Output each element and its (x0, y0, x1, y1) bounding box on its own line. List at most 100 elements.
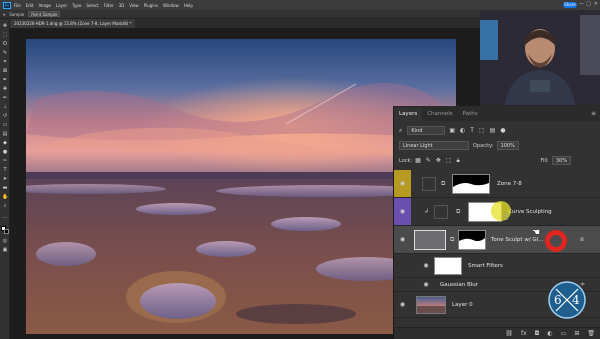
filter-name[interactable]: Gaussian Blur (440, 282, 478, 288)
link-icon[interactable]: ⛓ (505, 330, 513, 337)
filter-kind-select[interactable]: Kind (407, 126, 446, 135)
menu-view[interactable]: View (129, 3, 139, 8)
panel-menu-icon[interactable]: ≡ (591, 110, 596, 117)
crop-tool-icon[interactable]: ⌗ (2, 59, 8, 65)
layer-mask-thumbnail[interactable] (458, 230, 486, 250)
fx-icon[interactable]: fx (521, 330, 527, 337)
tab-layers[interactable]: Layers (394, 108, 423, 121)
close-icon[interactable]: ✕ (594, 1, 598, 7)
brush-tool-icon[interactable]: ✏ (2, 95, 8, 101)
lock-artboard-icon[interactable]: ⬚ (446, 157, 452, 164)
zoom-tool-icon[interactable]: ⌕ (2, 203, 8, 209)
marquee-tool-icon[interactable]: ⬚ (2, 32, 8, 38)
healing-tool-icon[interactable]: ✚ (2, 86, 8, 92)
quick-select-icon[interactable]: ✎ (2, 50, 8, 56)
smart-filters-label[interactable]: Smart Filters (468, 263, 503, 269)
red-ring-annotation (545, 230, 567, 252)
sample-select[interactable]: Point Sample (28, 11, 61, 17)
menu-window[interactable]: Window (163, 3, 179, 8)
layer-row-selected[interactable]: ◉ ⧉ Tone Sculpt w/ Gl... ⧈ (394, 226, 600, 254)
menu-plugins[interactable]: Plugins (144, 3, 158, 8)
dodge-tool-icon[interactable]: ● (2, 149, 8, 155)
visibility-eye-icon[interactable]: ◉ (394, 198, 411, 225)
maximize-icon[interactable]: □ (586, 1, 591, 7)
blend-row: Linear Light Opacity: 100% (394, 139, 600, 152)
stamp-tool-icon[interactable]: ⊥ (2, 104, 8, 110)
screen-mode-icon[interactable]: ▣ (2, 247, 8, 253)
menu-image[interactable]: Image (38, 3, 51, 8)
history-brush-icon[interactable]: ↺ (2, 113, 8, 119)
layer-thumbnail[interactable] (416, 296, 446, 314)
adjustment-icon[interactable]: ◐ (547, 330, 552, 337)
menu-type[interactable]: Type (72, 3, 81, 8)
adjustment-filter-icon[interactable]: ◐ (460, 127, 465, 134)
lock-pixels-icon[interactable]: ✎ (426, 157, 431, 164)
path-select-icon[interactable]: ➤ (2, 176, 8, 182)
smart-filters-row[interactable]: ◉ Smart Filters (394, 254, 600, 278)
chain-link-icon[interactable]: ⧉ (450, 236, 454, 244)
pixel-filter-icon[interactable]: ▣ (449, 127, 455, 134)
lock-transparent-icon[interactable]: ▦ (415, 157, 421, 164)
eraser-tool-icon[interactable]: ▭ (2, 122, 8, 128)
eyedropper-tool-icon[interactable]: ✒ (2, 77, 8, 83)
menu-file[interactable]: File (14, 3, 21, 8)
hand-tool-icon[interactable]: ✋ (2, 194, 8, 200)
type-tool-icon[interactable]: T (2, 167, 8, 173)
document-tab[interactable]: 20230226-HDR-1.dng @ 15.8% (Zone 7-8, La… (10, 19, 136, 28)
opacity-input[interactable]: 100% (496, 141, 519, 150)
lock-position-icon[interactable]: ✥ (436, 157, 441, 164)
background-color-swatch[interactable] (4, 229, 9, 234)
layer-name[interactable]: Layer 0 (452, 302, 473, 308)
chain-link-icon[interactable]: ⧉ (441, 180, 445, 188)
more-tools-icon[interactable]: … (2, 214, 8, 220)
mask-icon[interactable]: ◘ (535, 330, 540, 337)
gradient-tool-icon[interactable]: ▤ (2, 131, 8, 137)
smart-object-thumbnail[interactable] (414, 230, 446, 250)
visibility-eye-icon[interactable]: ◉ (394, 292, 411, 317)
move-tool-icon[interactable]: ✥ (2, 23, 8, 29)
menu-3d[interactable]: 3D (119, 3, 125, 8)
clipping-arrow-icon: ↲ (424, 208, 430, 215)
sample-label: Sample (9, 11, 25, 17)
document-image[interactable] (26, 39, 456, 334)
pen-tool-icon[interactable]: ✑ (2, 158, 8, 164)
shape-filter-icon[interactable]: ⬚ (479, 127, 485, 134)
search-icon: ⌕ (399, 126, 403, 134)
group-icon[interactable]: ▭ (561, 330, 567, 337)
menu-select[interactable]: Select (86, 3, 98, 8)
tab-channels[interactable]: Channels (422, 108, 457, 121)
fill-input[interactable]: 30% (551, 156, 571, 165)
eyedropper-icon[interactable]: ⌖ (3, 12, 5, 17)
lock-all-icon[interactable]: 🔒︎ (457, 157, 460, 165)
share-button[interactable]: Share (563, 2, 577, 8)
menu-help[interactable]: Help (184, 3, 193, 8)
filter-toggle-icon[interactable]: ● (500, 127, 505, 134)
visibility-eye-icon[interactable]: ◉ (394, 170, 411, 197)
blend-mode-select[interactable]: Linear Light (399, 141, 469, 150)
filter-mask-thumbnail[interactable] (434, 257, 462, 275)
trash-icon[interactable]: 🗑︎ (587, 330, 595, 337)
menu-edit[interactable]: Edit (26, 3, 34, 8)
minimize-icon[interactable]: — (579, 1, 584, 7)
visibility-eye-icon[interactable]: ◉ (420, 278, 432, 291)
blur-tool-icon[interactable]: ◆ (2, 140, 8, 146)
layer-name[interactable]: Curve Sculpting (508, 209, 552, 215)
layer-mask-thumbnail[interactable] (452, 174, 490, 194)
lasso-tool-icon[interactable]: ʘ (2, 41, 8, 47)
type-filter-icon[interactable]: T (470, 127, 474, 134)
visibility-eye-icon[interactable]: ◉ (420, 254, 432, 277)
new-layer-icon[interactable]: ⊞ (574, 330, 579, 337)
layer-name[interactable]: Zone 7-8 (497, 181, 522, 187)
visibility-eye-icon[interactable]: ◉ (394, 226, 411, 253)
menu-filter[interactable]: Filter (104, 3, 114, 8)
shape-tool-icon[interactable]: ▬ (2, 185, 8, 191)
smart-object-filter-icon[interactable]: ▤ (490, 127, 496, 134)
quick-mask-icon[interactable]: ◎ (2, 238, 8, 244)
photoshop-logo: Ps (3, 1, 11, 9)
layer-row[interactable]: ◉ ⧉ Zone 7-8 (394, 170, 600, 198)
lock-label: Lock: (399, 157, 413, 164)
chain-link-icon[interactable]: ⧉ (456, 208, 460, 216)
menu-layer[interactable]: Layer (56, 3, 67, 8)
frame-tool-icon[interactable]: ⊠ (2, 68, 8, 74)
tab-paths[interactable]: Paths (458, 108, 483, 121)
